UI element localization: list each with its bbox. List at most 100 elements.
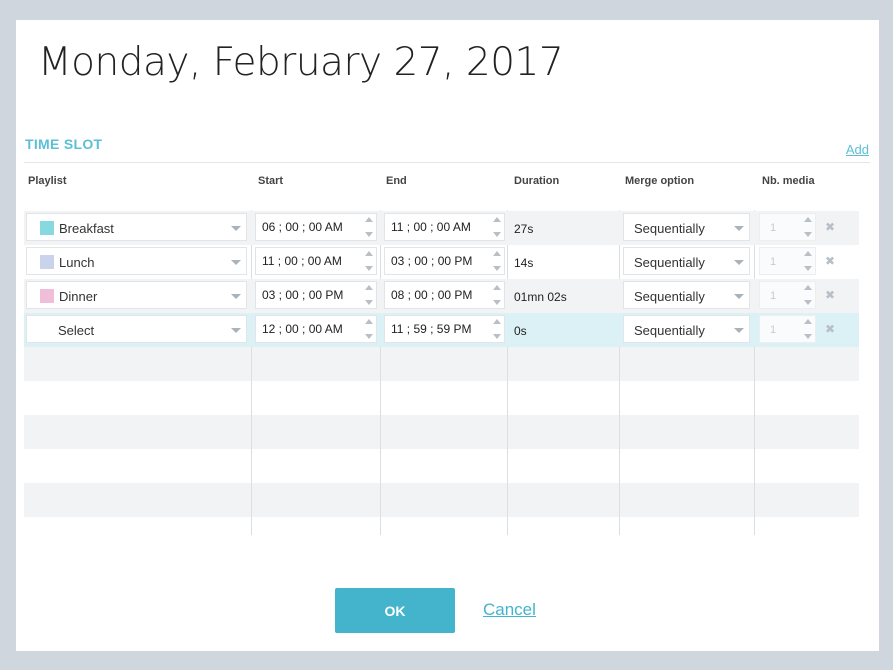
increment-arrow-icon[interactable] bbox=[365, 217, 373, 222]
nb-media-value: 1 bbox=[770, 290, 777, 302]
ok-button[interactable]: OK bbox=[335, 588, 455, 633]
playlist-select[interactable]: Breakfast bbox=[26, 213, 247, 241]
playlist-select[interactable]: Dinner bbox=[26, 281, 247, 309]
start-time-value: 12 ; 00 ; 00 AM bbox=[262, 322, 343, 336]
end-time-input[interactable]: 03 ; 00 ; 00 PM bbox=[384, 247, 505, 275]
nb-media-input[interactable]: 1 bbox=[759, 315, 816, 343]
chevron-down-icon bbox=[231, 328, 241, 333]
end-time-value: 11 ; 59 ; 59 PM bbox=[391, 322, 472, 336]
column-header-playlist: Playlist bbox=[28, 175, 67, 187]
merge-option-value: Sequentially bbox=[634, 221, 705, 236]
decrement-arrow-icon[interactable] bbox=[365, 266, 373, 271]
column-header-end: End bbox=[386, 175, 407, 187]
merge-option-select[interactable]: Sequentially bbox=[623, 315, 750, 343]
playlist-color-swatch bbox=[40, 255, 54, 269]
chevron-down-icon bbox=[231, 226, 241, 231]
chevron-down-icon bbox=[734, 294, 744, 299]
end-time-input[interactable]: 08 ; 00 ; 00 PM bbox=[384, 281, 505, 309]
section-divider bbox=[24, 162, 870, 163]
time-slot-dialog: Monday, February 27, 2017 TIME SLOT Add … bbox=[16, 20, 879, 651]
time-slot-row: Lunch 11 ; 00 ; 00 AM 03 ; 00 ; 00 PM 14… bbox=[24, 245, 859, 279]
merge-option-value: Sequentially bbox=[634, 289, 705, 304]
merge-option-select[interactable]: Sequentially bbox=[623, 213, 750, 241]
time-slot-row-selected: Select 12 ; 00 ; 00 AM 11 ; 59 ; 59 PM 0… bbox=[24, 313, 859, 347]
nb-media-value: 1 bbox=[770, 256, 777, 268]
end-time-input[interactable]: 11 ; 59 ; 59 PM bbox=[384, 315, 505, 343]
playlist-select[interactable]: Lunch bbox=[26, 247, 247, 275]
section-title: TIME SLOT bbox=[25, 136, 103, 152]
playlist-color-swatch bbox=[40, 221, 54, 235]
merge-option-select[interactable]: Sequentially bbox=[623, 247, 750, 275]
column-header-duration: Duration bbox=[514, 175, 560, 187]
chevron-down-icon bbox=[231, 260, 241, 265]
start-time-value: 03 ; 00 ; 00 PM bbox=[262, 288, 344, 302]
decrement-arrow-icon[interactable] bbox=[493, 300, 501, 305]
time-slot-row: Dinner 03 ; 00 ; 00 PM 08 ; 00 ; 00 PM 0… bbox=[24, 279, 859, 313]
decrement-arrow-icon[interactable] bbox=[804, 266, 812, 271]
start-time-input[interactable]: 06 ; 00 ; 00 AM bbox=[255, 213, 377, 241]
playlist-select-value: Lunch bbox=[59, 255, 95, 270]
decrement-arrow-icon[interactable] bbox=[365, 232, 373, 237]
empty-row bbox=[24, 347, 859, 381]
increment-arrow-icon[interactable] bbox=[804, 217, 812, 222]
increment-arrow-icon[interactable] bbox=[804, 319, 812, 324]
start-time-input[interactable]: 12 ; 00 ; 00 AM bbox=[255, 315, 377, 343]
duration-value: 14s bbox=[514, 256, 534, 270]
increment-arrow-icon[interactable] bbox=[365, 319, 373, 324]
start-time-input[interactable]: 03 ; 00 ; 00 PM bbox=[255, 281, 377, 309]
end-time-value: 11 ; 00 ; 00 AM bbox=[391, 220, 471, 234]
end-time-value: 08 ; 00 ; 00 PM bbox=[391, 288, 473, 302]
increment-arrow-icon[interactable] bbox=[365, 251, 373, 256]
chevron-down-icon bbox=[734, 328, 744, 333]
playlist-select-value: Breakfast bbox=[59, 221, 114, 236]
empty-row bbox=[24, 449, 859, 483]
duration-value: 27s bbox=[514, 222, 534, 236]
chevron-down-icon bbox=[231, 294, 241, 299]
decrement-arrow-icon[interactable] bbox=[365, 300, 373, 305]
nb-media-input[interactable]: 1 bbox=[759, 281, 816, 309]
end-time-value: 03 ; 00 ; 00 PM bbox=[391, 254, 473, 268]
remove-icon[interactable]: ✖ bbox=[825, 220, 835, 234]
decrement-arrow-icon[interactable] bbox=[804, 334, 812, 339]
cancel-link[interactable]: Cancel bbox=[483, 600, 536, 620]
nb-media-input[interactable]: 1 bbox=[759, 247, 816, 275]
remove-icon[interactable]: ✖ bbox=[825, 322, 835, 336]
merge-option-select[interactable]: Sequentially bbox=[623, 281, 750, 309]
decrement-arrow-icon[interactable] bbox=[804, 232, 812, 237]
decrement-arrow-icon[interactable] bbox=[493, 334, 501, 339]
remove-icon[interactable]: ✖ bbox=[825, 288, 835, 302]
decrement-arrow-icon[interactable] bbox=[493, 266, 501, 271]
playlist-color-swatch bbox=[40, 289, 54, 303]
start-time-value: 06 ; 00 ; 00 AM bbox=[262, 220, 343, 234]
page-title: Monday, February 27, 2017 bbox=[38, 40, 564, 85]
empty-row bbox=[24, 415, 859, 449]
playlist-select-value: Dinner bbox=[59, 289, 98, 304]
chevron-down-icon bbox=[734, 260, 744, 265]
empty-row bbox=[24, 381, 859, 415]
column-header-nb-media: Nb. media bbox=[762, 175, 815, 187]
merge-option-value: Sequentially bbox=[634, 323, 705, 338]
increment-arrow-icon[interactable] bbox=[365, 285, 373, 290]
increment-arrow-icon[interactable] bbox=[804, 251, 812, 256]
increment-arrow-icon[interactable] bbox=[493, 285, 501, 290]
increment-arrow-icon[interactable] bbox=[493, 251, 501, 256]
playlist-select[interactable]: Select bbox=[26, 315, 247, 343]
time-slot-table: Playlist Start End Duration Merge option… bbox=[24, 170, 859, 535]
decrement-arrow-icon[interactable] bbox=[493, 232, 501, 237]
nb-media-value: 1 bbox=[770, 324, 777, 336]
add-time-slot-link[interactable]: Add bbox=[846, 142, 869, 157]
increment-arrow-icon[interactable] bbox=[804, 285, 812, 290]
duration-value: 01mn 02s bbox=[514, 290, 567, 304]
time-slot-row: Breakfast 06 ; 00 ; 00 AM 11 ; 00 ; 00 A… bbox=[24, 211, 859, 245]
nb-media-input[interactable]: 1 bbox=[759, 213, 816, 241]
end-time-input[interactable]: 11 ; 00 ; 00 AM bbox=[384, 213, 505, 241]
decrement-arrow-icon[interactable] bbox=[365, 334, 373, 339]
duration-value: 0s bbox=[514, 324, 527, 338]
increment-arrow-icon[interactable] bbox=[493, 217, 501, 222]
start-time-input[interactable]: 11 ; 00 ; 00 AM bbox=[255, 247, 377, 275]
increment-arrow-icon[interactable] bbox=[493, 319, 501, 324]
empty-row bbox=[24, 483, 859, 517]
remove-icon[interactable]: ✖ bbox=[825, 254, 835, 268]
chevron-down-icon bbox=[734, 226, 744, 231]
decrement-arrow-icon[interactable] bbox=[804, 300, 812, 305]
